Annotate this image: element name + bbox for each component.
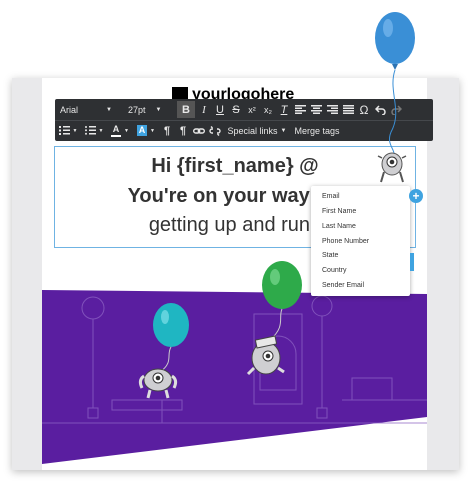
special-char-button[interactable]: Ω (356, 99, 372, 120)
merge-tags-menu: Email First Name Last Name Phone Number … (311, 186, 410, 296)
font-family-select[interactable]: Arial ▼ (55, 99, 122, 120)
align-right-icon[interactable] (324, 99, 340, 120)
align-justify-icon[interactable] (340, 99, 356, 120)
rtl-button[interactable]: ¶ (175, 120, 191, 141)
align-left-icon[interactable] (292, 99, 308, 120)
chevron-down-icon: ▼ (155, 106, 162, 113)
text-color-button[interactable]: A ▼ (107, 120, 133, 141)
unlink-icon[interactable] (207, 120, 223, 141)
italic-button[interactable]: I (196, 99, 212, 120)
superscript-button[interactable]: x² (244, 99, 260, 120)
headline-line-1[interactable]: Hi {first_name} @ (55, 155, 415, 178)
font-family-value: Arial (60, 104, 79, 115)
text-color-icon: A (111, 124, 122, 137)
chevron-down-icon: ▼ (280, 127, 287, 134)
menu-item-last-name[interactable]: Last Name (322, 221, 356, 233)
chevron-down-icon: ▼ (150, 127, 155, 134)
chevron-down-icon: ▼ (124, 127, 129, 134)
merge-tags-label: Merge tags (294, 125, 340, 136)
menu-item-state[interactable]: State (322, 250, 338, 262)
menu-item-email[interactable]: Email (322, 191, 340, 203)
clear-format-button[interactable]: T (276, 99, 292, 120)
add-block-icon[interactable]: + (409, 189, 423, 203)
block-handle[interactable] (410, 253, 414, 271)
link-icon[interactable] (191, 120, 207, 141)
numbered-list-icon (58, 126, 70, 135)
bullet-list-button[interactable]: ▼ (81, 120, 107, 141)
strikethrough-button[interactable]: S (228, 99, 244, 120)
redo-icon[interactable] (388, 99, 404, 120)
numbered-list-button[interactable]: ▼ (55, 120, 81, 141)
menu-item-sender-email[interactable]: Sender Email (322, 280, 364, 292)
underline-button[interactable]: U (212, 99, 228, 120)
font-size-value: 27pt (128, 104, 146, 115)
rich-text-toolbar: Arial ▼ 27pt ▼ B I U S x² x₂ T Ω ▼ ▼ A ▼… (55, 99, 433, 141)
chevron-down-icon: ▼ (98, 127, 104, 134)
font-size-select[interactable]: 27pt ▼ (122, 99, 176, 120)
bullet-list-icon (84, 126, 96, 135)
bold-button[interactable]: B (177, 101, 195, 118)
menu-item-first-name[interactable]: First Name (322, 206, 356, 218)
undo-icon[interactable] (372, 99, 388, 120)
chevron-down-icon: ▼ (72, 127, 78, 134)
align-center-icon[interactable] (308, 99, 324, 120)
menu-item-phone-number[interactable]: Phone Number (322, 236, 369, 248)
menu-item-country[interactable]: Country (322, 265, 347, 277)
special-links-label: Special links (227, 125, 278, 136)
background-color-button[interactable]: A ▼ (133, 120, 159, 141)
merge-tags-dropdown[interactable]: Merge tags (291, 120, 343, 141)
special-links-dropdown[interactable]: Special links ▼ (223, 120, 291, 141)
ltr-button[interactable]: ¶ (159, 120, 175, 141)
subscript-button[interactable]: x₂ (260, 99, 276, 120)
chevron-down-icon: ▼ (106, 106, 112, 113)
background-color-icon: A (137, 125, 148, 136)
